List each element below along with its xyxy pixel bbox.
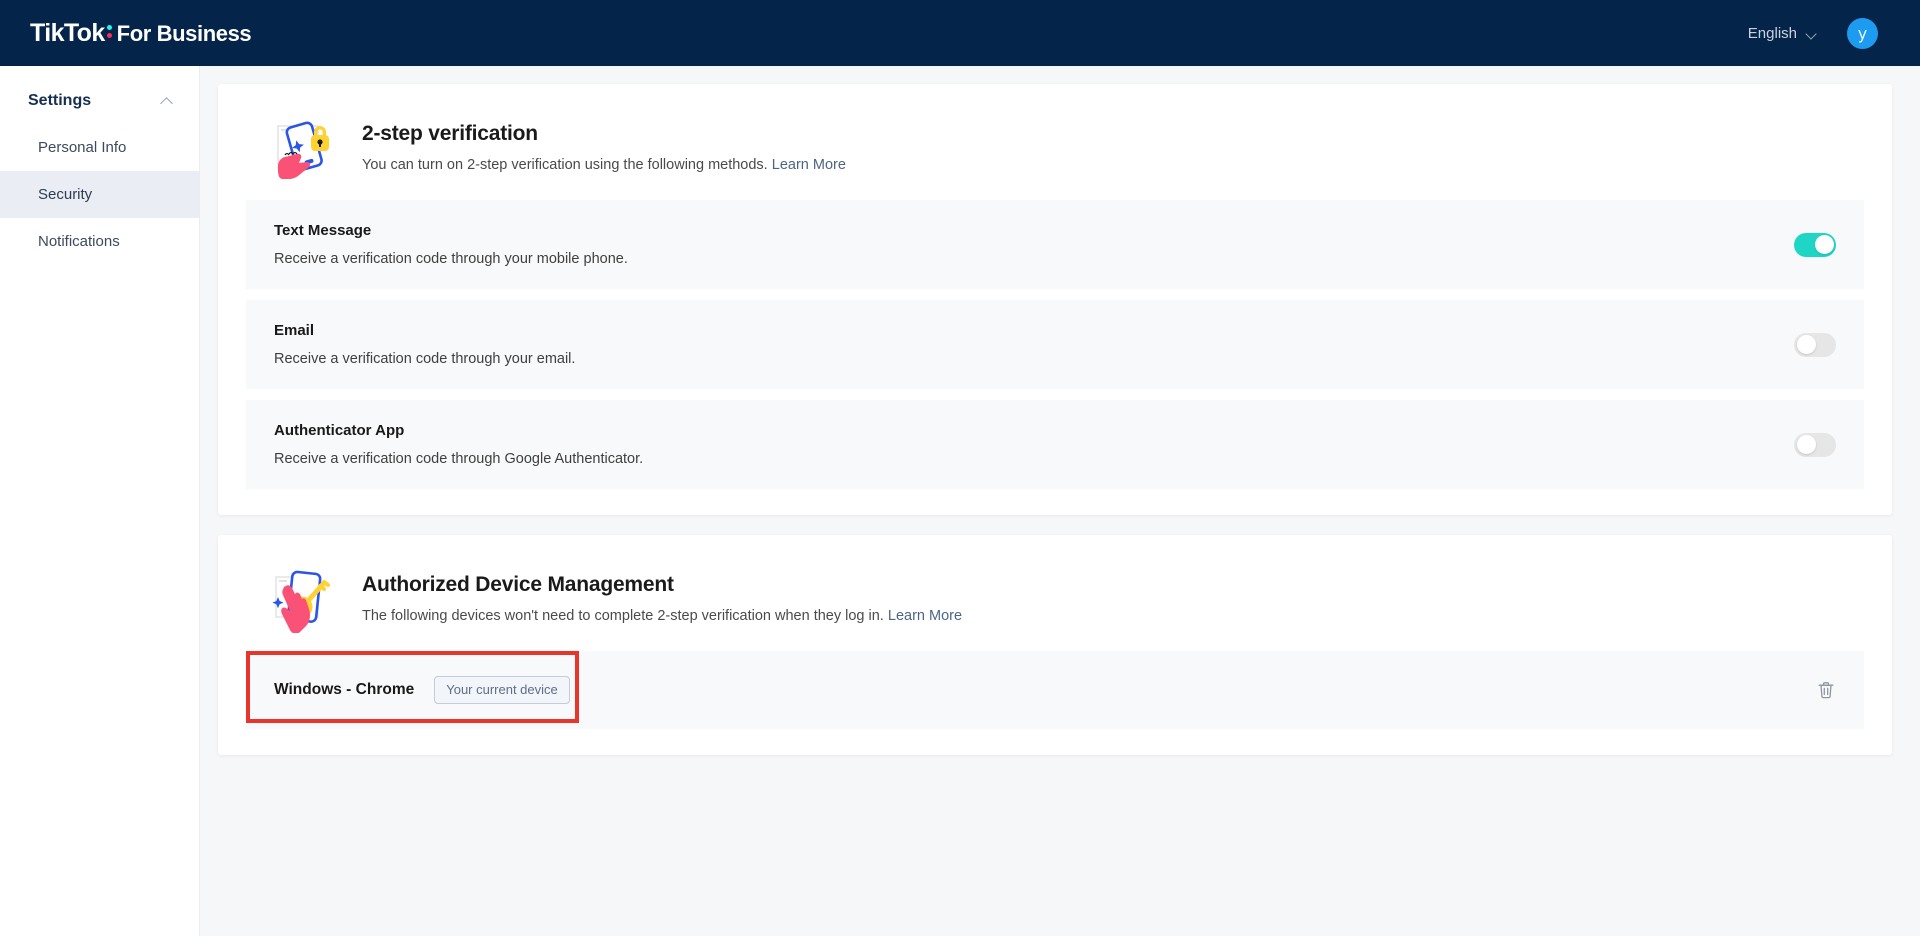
trash-icon[interactable]	[1816, 680, 1836, 700]
devices-description: The following devices won't need to comp…	[362, 608, 962, 624]
devices-title: Authorized Device Management	[362, 573, 674, 596]
learn-more-link[interactable]: Learn More	[772, 157, 846, 173]
devices-header: Authorized Device Management The followi…	[246, 561, 1864, 651]
method-name: Authenticator App	[274, 422, 405, 439]
two-step-header: 2-step verification You can turn on 2-st…	[246, 110, 1864, 200]
brand-dots-icon	[106, 24, 114, 40]
two-step-description: You can turn on 2-step verification usin…	[362, 157, 846, 173]
sidebar-group-label: Settings	[28, 92, 92, 109]
method-description: Receive a verification code through Goog…	[274, 451, 644, 467]
language-label: English	[1747, 24, 1797, 42]
method-row-email: Email Receive a verification code throug…	[246, 300, 1864, 389]
phone-key-illustration	[272, 567, 340, 634]
two-step-description-text: You can turn on 2-step verification usin…	[362, 157, 768, 173]
chevron-down-icon	[1806, 30, 1817, 37]
status-badge: Your current device	[434, 676, 570, 704]
method-info: Text Message Receive a verification code…	[274, 222, 628, 267]
brand-logo[interactable]: TikTok For Business	[30, 18, 252, 48]
two-step-header-text: 2-step verification You can turn on 2-st…	[362, 114, 846, 173]
sidebar: Settings Personal Info Security Notifica…	[0, 66, 200, 936]
method-description: Receive a verification code through your…	[274, 351, 576, 367]
sidebar-item-label: Notifications	[38, 233, 120, 250]
toggle-text-message[interactable]	[1794, 232, 1836, 257]
toggle-email[interactable]	[1794, 332, 1836, 357]
method-name: Email	[274, 322, 315, 339]
device-name: Windows - Chrome	[274, 681, 415, 698]
sidebar-item-notifications[interactable]: Notifications	[0, 218, 199, 265]
device-info: Windows - Chrome Your current device	[246, 651, 579, 723]
method-row-authenticator-app: Authenticator App Receive a verification…	[246, 400, 1864, 489]
top-header-bar: TikTok For Business English y	[0, 0, 1920, 66]
language-selector[interactable]: English	[1748, 25, 1817, 42]
brand-tiktok-text: TikTok	[30, 18, 105, 47]
phone-lock-illustration	[272, 116, 340, 182]
method-info: Authenticator App Receive a verification…	[274, 422, 643, 467]
page-title: 2-step verification	[362, 122, 538, 145]
sidebar-item-security[interactable]: Security	[0, 171, 199, 218]
devices-header-text: Authorized Device Management The followi…	[362, 565, 962, 624]
page-shell: Settings Personal Info Security Notifica…	[0, 66, 1920, 936]
devices-description-text: The following devices won't need to comp…	[362, 608, 884, 624]
method-info: Email Receive a verification code throug…	[274, 322, 575, 367]
sidebar-item-label: Security	[38, 186, 93, 203]
authorized-device-management-card: Authorized Device Management The followi…	[218, 535, 1892, 755]
device-row: Windows - Chrome Your current device	[246, 651, 1864, 729]
brand-forbusiness-text: For Business	[116, 20, 252, 46]
avatar[interactable]: y	[1847, 17, 1878, 49]
two-step-verification-card: 2-step verification You can turn on 2-st…	[218, 84, 1892, 515]
learn-more-link-devices[interactable]: Learn More	[888, 608, 962, 624]
header-actions: English y	[1748, 17, 1878, 49]
method-name: Text Message	[274, 222, 372, 239]
method-description: Receive a verification code through your…	[274, 251, 628, 267]
sidebar-item-personal-info[interactable]: Personal Info	[0, 124, 199, 171]
toggle-authenticator-app[interactable]	[1794, 432, 1836, 457]
chevron-up-icon[interactable]	[161, 97, 173, 105]
main-content: 2-step verification You can turn on 2-st…	[200, 66, 1920, 936]
sidebar-item-label: Personal Info	[38, 139, 127, 156]
method-row-text-message: Text Message Receive a verification code…	[246, 200, 1864, 289]
sidebar-group-settings[interactable]: Settings	[0, 78, 199, 124]
